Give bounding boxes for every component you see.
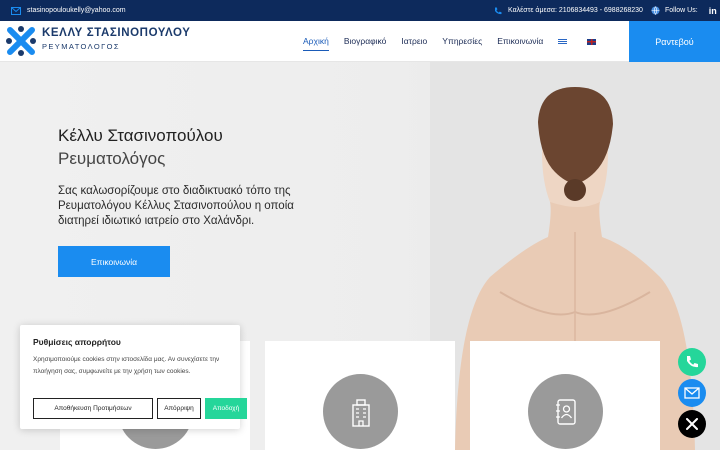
hero-title: Κέλλυ Στασινοπούλου [58, 126, 223, 145]
nav-contact[interactable]: Επικοινωνία [497, 21, 543, 62]
hero-subtitle: Ρευματολόγος [58, 149, 166, 168]
hero-text: Σας καλωσορίζουμε στο διαδικτυακό τόπο τ… [58, 185, 294, 227]
accept-button[interactable]: Αποδοχή [205, 398, 247, 419]
cookie-banner: Ρυθμίσεις απορρήτου Χρησιμοποιούμε cooki… [20, 325, 247, 429]
topbar-email-text: stasinopouloukelly@yahoo.com [27, 7, 126, 14]
cookie-title: Ρυθμίσεις απορρήτου [33, 337, 121, 347]
hospital-building-icon [323, 374, 398, 449]
close-icon [686, 418, 698, 430]
english-flag-icon[interactable] [587, 38, 597, 45]
hero-contact-button[interactable]: Επικοινωνία [58, 246, 170, 277]
phone-icon [495, 7, 502, 14]
mail-icon [684, 387, 700, 399]
floating-mail-button[interactable] [678, 379, 706, 407]
topbar-phone-text: Καλέστε άμεσα: 2106834493 - 6988268230 [508, 7, 643, 14]
topbar-follow: Follow Us: in [651, 0, 717, 21]
follow-label: Follow Us: [665, 7, 698, 14]
nav-biography[interactable]: Βιογραφικό [344, 21, 387, 62]
reject-button[interactable]: Απόρριψη [157, 398, 201, 419]
cookie-text: Χρησιμοποιούμε cookies στην ιστοσελίδα μ… [33, 356, 220, 375]
top-bar: stasinopouloukelly@yahoo.com Καλέστε άμε… [0, 0, 720, 21]
greek-flag-icon[interactable] [558, 38, 568, 45]
envelope-icon [11, 6, 21, 15]
floating-phone-button[interactable] [678, 348, 706, 376]
globe-icon [651, 6, 660, 15]
service-card-contact[interactable] [470, 341, 660, 450]
main-nav: Αρχική Βιογραφικό Ιατρειο Υπηρεσίες Επικ… [303, 21, 616, 62]
logo-icon[interactable] [5, 25, 37, 57]
service-card-clinic[interactable] [265, 341, 455, 450]
topbar-phone[interactable]: Καλέστε άμεσα: 2106834493 - 6988268230 [494, 0, 643, 21]
save-preferences-button[interactable]: Αποθήκευση Προτιμήσεων [33, 398, 153, 419]
brand-name[interactable]: ΚΕΛΛΥ ΣΤΑΣΙΝΟΠΟΥΛΟΥ [42, 27, 190, 39]
phone-icon [687, 356, 698, 368]
nav-home[interactable]: Αρχική [303, 21, 329, 62]
linkedin-icon[interactable]: in [709, 6, 717, 16]
appointment-button[interactable]: Ραντεβού [629, 21, 720, 62]
brand-subtitle: ΡΕΥΜΑΤΟΛΟΓΟΣ [42, 42, 120, 51]
nav-services[interactable]: Υπηρεσίες [442, 21, 482, 62]
floating-close-button[interactable] [678, 410, 706, 438]
site-header: ΚΕΛΛΥ ΣΤΑΣΙΝΟΠΟΥΛΟΥ ΡΕΥΜΑΤΟΛΟΓΟΣ Αρχική … [0, 21, 720, 62]
topbar-email[interactable]: stasinopouloukelly@yahoo.com [11, 0, 126, 21]
address-book-icon [528, 374, 603, 449]
nav-clinic[interactable]: Ιατρειο [401, 21, 427, 62]
